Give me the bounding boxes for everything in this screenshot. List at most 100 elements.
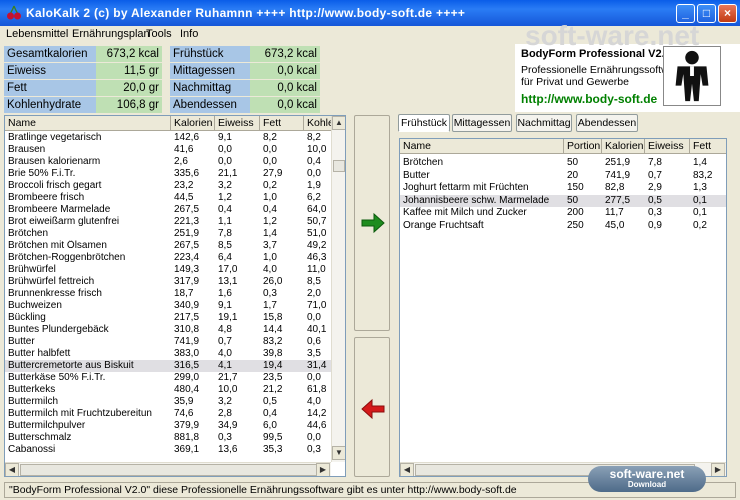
scroll-up-arrow-icon[interactable]: ▲ [332, 116, 345, 130]
table-cell: 0,2 [263, 180, 277, 191]
table-row[interactable]: Buttermilch mit Fruchtzubereitun 74,6 2,8 0… [5, 408, 331, 420]
table-row[interactable]: Buttercremetorte aus Biskuit 316,5 4,1 19,4… [5, 360, 331, 372]
table-row[interactable]: Brausen kalorienarm 2,6 0,0 0,0 0,4 [5, 156, 331, 168]
col-header-carbs[interactable]: Kohle [304, 116, 332, 131]
scroll-right-arrow-icon[interactable]: ▶ [711, 463, 725, 476]
food-table-vertical-scrollbar[interactable]: ▲ ▼ [331, 116, 345, 462]
table-cell: 217,5 [174, 312, 200, 323]
table-cell: 4,8 [218, 324, 232, 335]
col-header-fat[interactable]: Fett [260, 116, 304, 131]
menu-ernaehrungsplan[interactable]: Ernährungsplan [72, 28, 150, 40]
table-row[interactable]: Brie 50% F.i.Tr. 335,6 21,1 27,9 0,0 [5, 168, 331, 180]
table-cell: Brühwürfel fettreich [8, 276, 95, 287]
product-tagline-2: für Privat und Gewerbe [521, 76, 629, 88]
meal-cell: 0,2 [693, 219, 707, 231]
meal-row[interactable]: Butter 20 741,9 0,7 83,2 [400, 170, 726, 182]
meal-col-header-protein[interactable]: Eiweiss [645, 139, 690, 154]
table-row[interactable]: Brötchen-Roggenbrötchen 223,4 6,4 1,0 46,3 [5, 252, 331, 264]
table-row[interactable]: Brombeere frisch 44,5 1,2 1,0 6,2 [5, 192, 331, 204]
meal-col-header-name[interactable]: Name [400, 139, 564, 154]
table-cell: 480,4 [174, 384, 200, 395]
table-row[interactable]: Bückling 217,5 19,1 15,8 0,0 [5, 312, 331, 324]
table-cell: 1,9 [307, 180, 321, 191]
table-cell: Brötchen [8, 228, 49, 239]
meal-col-header-portion[interactable]: Portion [564, 139, 602, 154]
table-cell: 2,8 [218, 408, 232, 419]
tab-fruehstueck[interactable]: Frühstück [398, 114, 450, 132]
meal-cell: 200 [567, 207, 584, 218]
table-cell: 34,9 [218, 420, 238, 431]
table-row[interactable]: Buttermilchpulver 379,9 34,9 6,0 44,6 [5, 420, 331, 432]
table-cell: 149,3 [174, 264, 200, 275]
tab-mittagessen[interactable]: Mittagessen [452, 114, 512, 132]
table-row[interactable]: Buntes Plundergebäck 310,8 4,8 14,4 40,1 [5, 324, 331, 336]
table-cell: 251,9 [174, 228, 200, 239]
table-cell: 0,0 [307, 312, 321, 323]
table-row[interactable]: Butter halbfett 383,0 4,0 39,8 3,5 [5, 348, 331, 360]
table-row[interactable]: Brötchen 251,9 7,8 1,4 51,0 [5, 228, 331, 240]
table-row[interactable]: Buttermilch 35,9 3,2 0,5 4,0 [5, 396, 331, 408]
scroll-thumb[interactable] [20, 464, 317, 476]
table-cell: Brunnenkresse frisch [8, 288, 102, 299]
menu-info[interactable]: Info [180, 28, 198, 40]
table-row[interactable]: Buchweizen 340,9 9,1 1,7 71,0 [5, 300, 331, 312]
col-header-protein[interactable]: Eiweiss [215, 116, 260, 131]
food-table-horizontal-scrollbar[interactable]: ◀ ▶ [5, 462, 331, 476]
table-cell: Butter [8, 336, 35, 347]
table-cell: 1,4 [263, 228, 277, 239]
table-cell: 0,4 [218, 204, 232, 215]
meal-row[interactable]: Brötchen 50 251,9 7,8 1,4 [400, 157, 726, 169]
table-row[interactable]: Brot eiweißarm glutenfrei 221,3 1,1 1,2 50,7 [5, 216, 331, 228]
table-row[interactable]: Brunnenkresse frisch 18,7 1,6 0,3 2,0 [5, 288, 331, 300]
meal-row[interactable]: Johannisbeere schw. Marmelade 50 277,5 0,5 0… [400, 194, 726, 207]
product-url-link[interactable]: http://www.body-soft.de [521, 92, 657, 106]
table-row[interactable]: Cabanossi 369,1 13,6 35,3 0,3 [5, 444, 331, 456]
meal-row[interactable]: Joghurt fettarm mit Früchten 150 82,8 2,9 1,… [400, 182, 726, 194]
meal-row[interactable]: Orange Fruchtsaft 250 45,0 0,9 0,2 [400, 220, 726, 232]
scroll-right-arrow-icon[interactable]: ▶ [316, 463, 330, 476]
col-header-name[interactable]: Name [5, 116, 171, 131]
tab-abendessen[interactable]: Abendessen [576, 114, 638, 132]
remove-from-meal-button[interactable] [354, 337, 390, 477]
close-button[interactable]: × [718, 4, 737, 23]
table-cell: 1,7 [263, 300, 277, 311]
table-row[interactable]: Butter 741,9 0,7 83,2 0,6 [5, 336, 331, 348]
meal-col-header-calories[interactable]: Kalorien [602, 139, 645, 154]
table-cell: Buttermilchpulver [8, 420, 86, 431]
scroll-thumb[interactable] [333, 160, 345, 172]
meal-table[interactable]: Name Portion Kalorien Eiweiss Fett Brötc… [399, 138, 727, 477]
tab-nachmittag[interactable]: Nachmittag [516, 114, 572, 132]
table-cell: 383,0 [174, 348, 200, 359]
table-row[interactable]: Butterschmalz 881,8 0,3 99,5 0,0 [5, 432, 331, 444]
menu-tools[interactable]: Tools [146, 28, 172, 40]
meal-cell: Johannisbeere schw. Marmelade [403, 194, 550, 206]
meal-row[interactable]: Kaffee mit Milch und Zucker 200 11,7 0,3 0,1 [400, 207, 726, 219]
table-row[interactable]: Brombeere Marmelade 267,5 0,4 0,4 64,0 [5, 204, 331, 216]
table-row[interactable]: Brausen 41,6 0,0 0,0 10,0 [5, 144, 331, 156]
table-cell: 4,0 [218, 348, 232, 359]
table-cell: 8,2 [307, 132, 321, 143]
scroll-down-arrow-icon[interactable]: ▼ [332, 446, 345, 460]
scroll-left-arrow-icon[interactable]: ◀ [400, 463, 414, 476]
table-row[interactable]: Broccoli frisch gegart 23,2 3,2 0,2 1,9 [5, 180, 331, 192]
table-cell: 31,4 [307, 360, 327, 371]
scroll-left-arrow-icon[interactable]: ◀ [5, 463, 19, 476]
total-protein-label: Eiweiss [4, 63, 96, 79]
food-table[interactable]: Name Kalorien Eiweiss Fett Kohle Bratlin… [4, 115, 346, 477]
maximize-button[interactable]: □ [697, 4, 716, 23]
table-cell: 35,3 [263, 444, 283, 455]
table-row[interactable]: Brötchen mit Ölsamen 267,5 8,5 3,7 49,2 [5, 240, 331, 252]
menu-lebensmittel[interactable]: Lebensmittel [6, 28, 68, 40]
table-row[interactable]: Brühwürfel 149,3 17,0 4,0 11,0 [5, 264, 331, 276]
meal-col-header-fat[interactable]: Fett [690, 139, 726, 154]
table-row[interactable]: Brühwürfel fettreich 317,9 13,1 26,0 8,5 [5, 276, 331, 288]
total-carbs-value: 106,8 gr [96, 97, 162, 113]
table-cell: 8,5 [307, 276, 321, 287]
col-header-calories[interactable]: Kalorien [171, 116, 215, 131]
table-row[interactable]: Butterkäse 50% F.i.Tr. 299,0 21,7 23,5 0,0 [5, 372, 331, 384]
table-row[interactable]: Bratlinge vegetarisch 142,6 9,1 8,2 8,2 [5, 132, 331, 144]
table-row[interactable]: Butterkeks 480,4 10,0 21,2 61,8 [5, 384, 331, 396]
table-cell: 0,3 [307, 444, 321, 455]
add-to-meal-button[interactable] [354, 115, 390, 331]
table-cell: 6,2 [307, 192, 321, 203]
